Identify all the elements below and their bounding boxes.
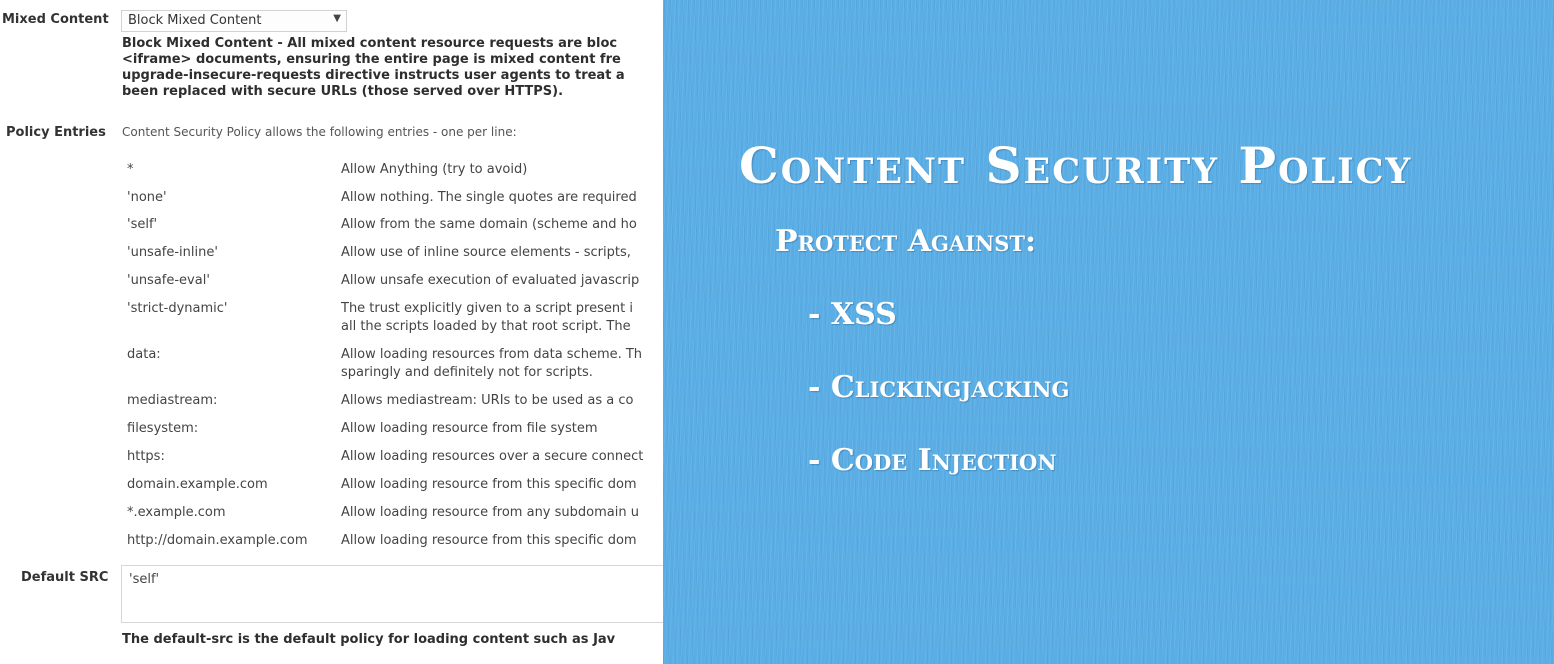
policy-entry-description-continued: sparingly and definitely not for scripts… xyxy=(341,365,593,380)
mixed-content-description-line: Block Mixed Content - All mixed content … xyxy=(122,36,618,51)
policy-entry-description-continued: all the scripts loaded by that root scri… xyxy=(341,319,631,334)
default-src-label: Default SRC xyxy=(21,570,109,585)
banner-subtitle: Protect Against: xyxy=(775,224,1037,259)
policy-entry-value: *.example.com xyxy=(127,505,226,520)
policy-entry-value: 'self' xyxy=(127,217,158,232)
default-src-description: The default-src is the default policy fo… xyxy=(122,632,616,647)
banner-item-clickjacking: - Clickingjacking xyxy=(808,370,1070,405)
default-src-textarea[interactable]: 'self' xyxy=(121,565,663,623)
policy-entry-value: domain.example.com xyxy=(127,477,268,492)
policy-entry-description: Allow loading resource from any subdomai… xyxy=(341,505,639,520)
policy-entry-description: Allow Anything (try to avoid) xyxy=(341,162,528,177)
mixed-content-select[interactable]: Block Mixed Content ▼ xyxy=(121,10,347,32)
policy-entries-label: Policy Entries xyxy=(6,125,106,140)
policy-entry-description: Allow loading resource from file system xyxy=(341,421,598,436)
policy-entry-value: 'unsafe-eval' xyxy=(127,273,210,288)
policy-entry-description: Allow loading resource from this specifi… xyxy=(341,533,637,548)
policy-entry-description: Allow unsafe execution of evaluated java… xyxy=(341,273,640,288)
policy-entry-description: Allow use of inline source elements - sc… xyxy=(341,245,631,260)
csp-banner: Content Security Policy Protect Against:… xyxy=(663,0,1554,664)
policy-entry-value: https: xyxy=(127,449,165,464)
settings-panel: Mixed Content Block Mixed Content ▼ Bloc… xyxy=(0,0,663,664)
banner-title: Content Security Policy xyxy=(739,136,1413,195)
policy-entry-value: 'unsafe-inline' xyxy=(127,245,218,260)
policy-entry-description: Allow from the same domain (scheme and h… xyxy=(341,217,637,232)
banner-item-code-injection: - Code Injection xyxy=(808,443,1057,478)
policy-entry-description: Allow loading resources over a secure co… xyxy=(341,449,644,464)
policy-entry-value: filesystem: xyxy=(127,421,199,436)
policy-entries-intro: Content Security Policy allows the follo… xyxy=(122,125,517,139)
banner-item-xss: - XSS xyxy=(808,297,897,332)
policy-entry-value: 'strict-dynamic' xyxy=(127,301,228,316)
mixed-content-description-line: <iframe> documents, ensuring the entire … xyxy=(122,52,621,67)
policy-entry-value: http://domain.example.com xyxy=(127,533,308,548)
mixed-content-label: Mixed Content xyxy=(2,12,109,27)
policy-entry-description: Allow loading resource from this specifi… xyxy=(341,477,637,492)
mixed-content-description-line: been replaced with secure URLs (those se… xyxy=(122,84,564,99)
policy-entry-value: mediastream: xyxy=(127,393,218,408)
policy-entry-value: 'none' xyxy=(127,190,167,205)
policy-entry-description: The trust explicitly given to a script p… xyxy=(341,301,633,316)
chevron-down-icon: ▼ xyxy=(333,13,341,24)
mixed-content-description: Block Mixed Content - All mixed content … xyxy=(122,36,663,100)
policy-entry-description: Allow nothing. The single quotes are req… xyxy=(341,190,637,205)
policy-entry-description: Allow loading resources from data scheme… xyxy=(341,347,643,362)
policy-entry-value: data: xyxy=(127,347,161,362)
policy-entry-description: Allows mediastream: URIs to be used as a… xyxy=(341,393,634,408)
mixed-content-select-value: Block Mixed Content xyxy=(128,13,262,28)
mixed-content-description-line: upgrade-insecure-requests directive inst… xyxy=(122,68,625,83)
policy-entry-value: * xyxy=(127,162,134,177)
